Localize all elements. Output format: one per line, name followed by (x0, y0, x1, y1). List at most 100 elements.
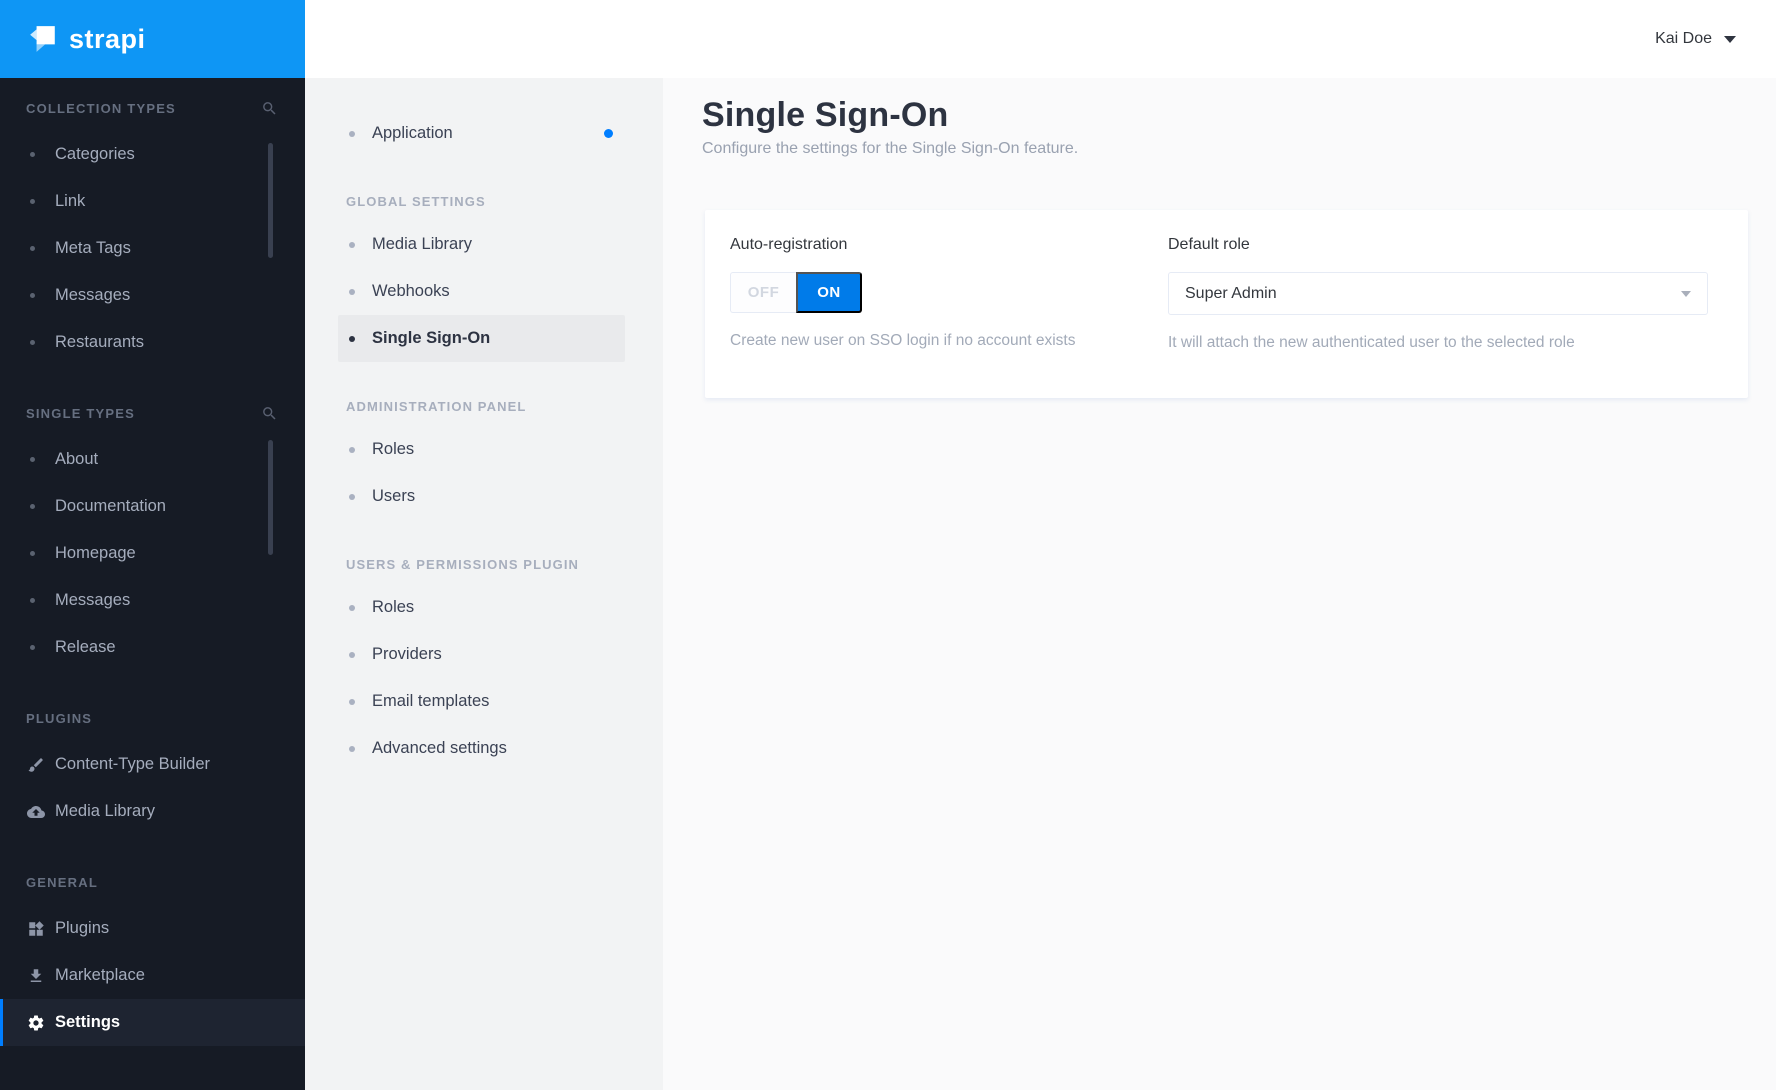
settings-subnav: Application GLOBAL SETTINGS Media Library W… (305, 78, 663, 1090)
sidebar-item-plugins[interactable]: Plugins (0, 905, 305, 952)
sidebar-item-label: Restaurants (55, 333, 144, 351)
subnav-section-header-administration-panel: ADMINISTRATION PANEL (346, 399, 527, 414)
subnav-item-label: Users (372, 487, 416, 505)
chevron-down-icon (1724, 35, 1736, 43)
sidebar-scrollbar-thumb[interactable] (268, 143, 273, 258)
bullet-icon (30, 551, 35, 556)
bullet-icon (30, 293, 35, 298)
sidebar-item-label: Plugins (55, 919, 110, 937)
topbar: Kai Doe (305, 0, 1776, 78)
sidebar-item-label: Meta Tags (55, 239, 131, 257)
sidebar-item-categories[interactable]: Categories (0, 131, 305, 178)
sidebar-item-messages[interactable]: Messages (0, 272, 305, 319)
brand-logo[interactable]: strapi (0, 0, 305, 78)
subnav-item-label: Application (372, 124, 453, 142)
sidebar-item-settings[interactable]: Settings (0, 999, 305, 1046)
subnav-item-users[interactable]: Users (338, 473, 625, 520)
sidebar-item-label: Content-Type Builder (55, 755, 211, 773)
subnav-item-label: Roles (372, 440, 415, 458)
sidebar-section-header-single-types: SINGLE TYPES (26, 403, 278, 424)
notification-dot (604, 129, 613, 138)
sidebar-item-label: Release (55, 638, 116, 656)
subnav-item-label: Media Library (372, 235, 472, 253)
bullet-icon (349, 745, 355, 752)
app-root: strapi COLLECTION TYPES Categories Link Met… (0, 0, 1776, 1090)
subnav-item-providers[interactable]: Providers (338, 631, 625, 678)
sidebar-scrollbar-thumb[interactable] (268, 440, 273, 555)
subnav-section-header-global-settings: GLOBAL SETTINGS (346, 194, 486, 209)
sidebar-item-link[interactable]: Link (0, 178, 305, 225)
bullet-icon (30, 457, 35, 462)
bullet-icon (349, 604, 355, 611)
default-role-helper: It will attach the new authenticated use… (1168, 334, 1575, 351)
sidebar-item-meta-tags[interactable]: Meta Tags (0, 225, 305, 272)
bullet-icon (30, 504, 35, 509)
bullet-icon (349, 651, 355, 658)
toggle-on-button[interactable]: ON (796, 272, 862, 313)
sidebar-item-content-type-builder[interactable]: Content-Type Builder (0, 741, 305, 788)
subnav-item-single-sign-on[interactable]: Single Sign-On (338, 315, 625, 362)
subnav-item-email-templates[interactable]: Email templates (338, 678, 625, 725)
subnav-item-label: Roles (372, 598, 415, 616)
sidebar-item-label: Documentation (55, 497, 166, 515)
subnav-item-roles[interactable]: Roles (338, 584, 625, 631)
subnav-item-label: Single Sign-On (372, 329, 491, 347)
chevron-down-icon (1681, 290, 1691, 297)
section-title: PLUGINS (26, 711, 93, 726)
user-menu[interactable]: Kai Doe (1655, 30, 1736, 48)
sidebar-item-marketplace[interactable]: Marketplace (0, 952, 305, 999)
section-title: GENERAL (26, 875, 98, 890)
section-title: COLLECTION TYPES (26, 101, 176, 116)
cubes-icon (26, 920, 45, 938)
default-role-label: Default role (1168, 236, 1250, 253)
bullet-icon (349, 130, 355, 137)
brand-name: strapi (69, 23, 146, 54)
bullet-icon (30, 645, 35, 650)
gear-icon (26, 1014, 45, 1032)
auto-registration-helper: Create new user on SSO login if no accou… (730, 332, 1076, 349)
bullet-icon (349, 698, 355, 705)
subnav-item-label: Email templates (372, 692, 490, 710)
bullet-icon (349, 241, 355, 248)
subnav-item-media-library[interactable]: Media Library (338, 221, 625, 268)
section-title: SINGLE TYPES (26, 406, 136, 421)
search-icon[interactable] (261, 405, 278, 422)
sidebar-item-about[interactable]: About (0, 436, 305, 483)
subnav-section-header-users-permissions-plugin: USERS & PERMISSIONS PLUGIN (346, 557, 580, 572)
bullet-icon (349, 335, 355, 342)
sidebar-section-header-general: GENERAL (26, 872, 278, 893)
toggle-off-button[interactable]: OFF (730, 272, 796, 313)
sso-settings-card: Auto-registration OFF ON Create new user… (705, 210, 1748, 398)
subnav-item-label: Webhooks (372, 282, 450, 300)
default-role-select[interactable]: Super Admin (1168, 272, 1708, 315)
strapi-logo-icon (30, 26, 55, 52)
bullet-icon (349, 493, 355, 500)
subnav-item-roles[interactable]: Roles (338, 426, 625, 473)
subnav-item-advanced-settings[interactable]: Advanced settings (338, 725, 625, 772)
user-name: Kai Doe (1655, 30, 1712, 47)
bullet-icon (30, 598, 35, 603)
page-title: Single Sign-On (702, 96, 949, 134)
default-role-value: Super Admin (1185, 284, 1277, 302)
search-icon[interactable] (261, 100, 278, 117)
sidebar-item-messages[interactable]: Messages (0, 577, 305, 624)
sidebar-nav: COLLECTION TYPES Categories Link Meta Tags M… (0, 78, 305, 1046)
sidebar-section-header-plugins: PLUGINS (26, 708, 278, 729)
sidebar-item-media-library[interactable]: Media Library (0, 788, 305, 835)
bullet-icon (349, 446, 355, 453)
sidebar-item-release[interactable]: Release (0, 624, 305, 671)
bullet-icon (30, 152, 35, 157)
subnav-item-application[interactable]: Application (338, 110, 625, 157)
main-content: Single Sign-On Configure the settings fo… (663, 78, 1776, 1090)
sidebar-item-documentation[interactable]: Documentation (0, 483, 305, 530)
sidebar-item-homepage[interactable]: Homepage (0, 530, 305, 577)
auto-registration-toggle: OFF ON (730, 272, 862, 313)
subnav-item-webhooks[interactable]: Webhooks (338, 268, 625, 315)
sidebar-item-label: Categories (55, 145, 135, 163)
page-subtitle: Configure the settings for the Single Si… (702, 140, 1079, 157)
sidebar-item-restaurants[interactable]: Restaurants (0, 319, 305, 366)
sidebar-section-header-collection-types: COLLECTION TYPES (26, 98, 278, 119)
sidebar-item-label: Settings (55, 1013, 121, 1031)
cloud-upload-icon (26, 803, 45, 821)
brush-icon (26, 756, 45, 774)
